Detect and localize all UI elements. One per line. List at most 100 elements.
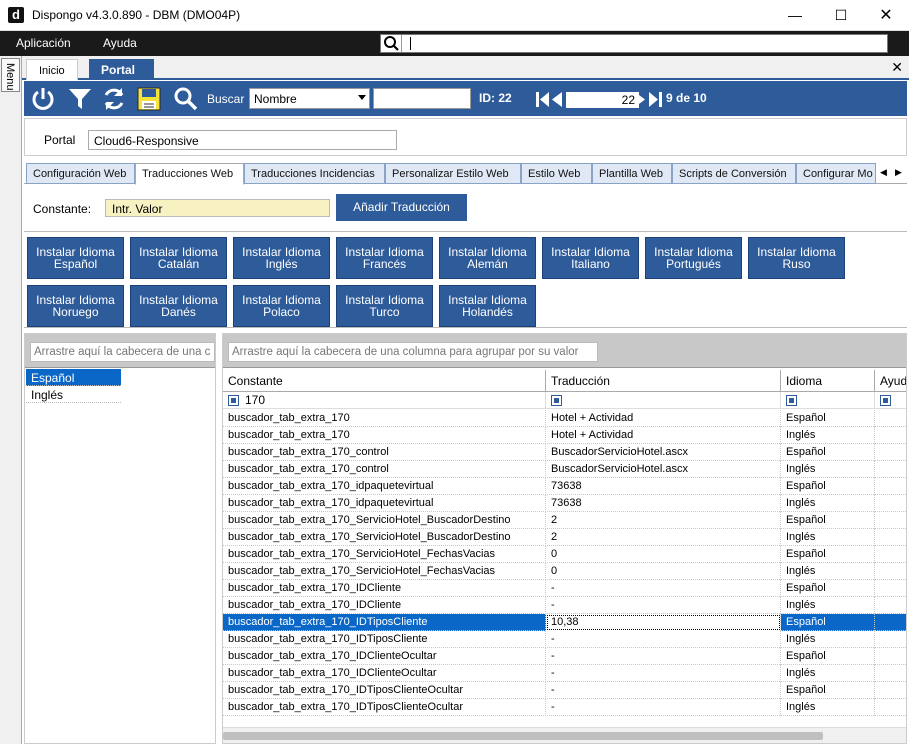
- install-holandes-button[interactable]: Instalar Idioma Holandés: [439, 285, 536, 327]
- table-row[interactable]: buscador_tab_extra_170_IDTiposClienteOcu…: [223, 699, 906, 716]
- menu-aplicacion[interactable]: Aplicación: [16, 36, 71, 50]
- filter-traduccion[interactable]: [546, 392, 781, 409]
- language-item-espanol[interactable]: Español: [26, 369, 121, 386]
- search-icon[interactable]: [173, 86, 199, 112]
- last-record-icon[interactable]: [649, 92, 662, 107]
- cell-constante[interactable]: buscador_tab_extra_170_ServicioHotel_Fec…: [223, 563, 546, 580]
- side-menu-button[interactable]: Menu: [1, 58, 20, 92]
- cell-idioma[interactable]: Español: [781, 512, 875, 529]
- table-row[interactable]: buscador_tab_extra_170_IDClienteOcultar -…: [223, 665, 906, 682]
- cell-ayuda[interactable]: [875, 648, 906, 665]
- search-value-input[interactable]: [373, 88, 471, 109]
- column-header-constante[interactable]: Constante: [223, 370, 546, 392]
- filter-icon[interactable]: [786, 395, 797, 406]
- cell-traduccion[interactable]: BuscadorServicioHotel.ascx: [546, 461, 781, 478]
- close-icon[interactable]: ✕: [863, 0, 909, 31]
- column-header-traduccion[interactable]: Traducción: [546, 370, 781, 392]
- cell-constante[interactable]: buscador_tab_extra_170_IDTiposClienteOcu…: [223, 682, 546, 699]
- cell-traduccion[interactable]: BuscadorServicioHotel.ascx: [546, 444, 781, 461]
- constante-input[interactable]: Intr. Valor: [105, 199, 330, 217]
- table-row[interactable]: buscador_tab_extra_170_IDCliente - Inglés: [223, 597, 906, 614]
- table-row[interactable]: buscador_tab_extra_170_IDCliente - Español: [223, 580, 906, 597]
- cell-traduccion[interactable]: -: [546, 580, 781, 597]
- cell-idioma[interactable]: Inglés: [781, 699, 875, 716]
- cell-idioma[interactable]: Español: [781, 410, 875, 427]
- cell-idioma[interactable]: Inglés: [781, 461, 875, 478]
- cell-ayuda[interactable]: [875, 427, 906, 444]
- cell-idioma[interactable]: Inglés: [781, 597, 875, 614]
- chevron-right-icon[interactable]: ▶: [895, 167, 902, 178]
- tab-inicio[interactable]: Inicio: [26, 59, 78, 80]
- table-row[interactable]: buscador_tab_extra_170_ServicioHotel_Fec…: [223, 546, 906, 563]
- search-icon[interactable]: [381, 35, 402, 52]
- cell-idioma[interactable]: Inglés: [781, 631, 875, 648]
- tab-scripts-conversion[interactable]: Scripts de Conversión: [672, 163, 796, 184]
- cell-constante[interactable]: buscador_tab_extra_170_IDTiposClienteOcu…: [223, 699, 546, 716]
- cell-ayuda[interactable]: [875, 631, 906, 648]
- install-catalan-button[interactable]: Instalar Idioma Catalán: [130, 237, 227, 279]
- install-italiano-button[interactable]: Instalar Idioma Italiano: [542, 237, 639, 279]
- save-icon[interactable]: [136, 86, 162, 112]
- tab-configuracion-web[interactable]: Configuración Web: [26, 163, 135, 184]
- table-row[interactable]: buscador_tab_extra_170_control BuscadorSe…: [223, 461, 906, 478]
- cell-ayuda[interactable]: [875, 444, 906, 461]
- cell-ayuda[interactable]: [875, 614, 906, 631]
- cell-constante[interactable]: buscador_tab_extra_170_IDClienteOcultar: [223, 648, 546, 665]
- table-row[interactable]: buscador_tab_extra_170 Hotel + Actividad E…: [223, 410, 906, 427]
- cell-ayuda[interactable]: [875, 546, 906, 563]
- cell-traduccion[interactable]: 73638: [546, 495, 781, 512]
- tab-configurar-mo[interactable]: Configurar Mo: [796, 163, 876, 184]
- cell-idioma[interactable]: Español: [781, 444, 875, 461]
- install-turco-button[interactable]: Instalar Idioma Turco: [336, 285, 433, 327]
- table-row[interactable]: buscador_tab_extra_170_ServicioHotel_Bus…: [223, 529, 906, 546]
- cell-ayuda[interactable]: [875, 597, 906, 614]
- filter-icon[interactable]: [228, 395, 239, 406]
- chevron-left-icon[interactable]: ◀: [880, 167, 887, 178]
- cell-traduccion[interactable]: 0: [546, 546, 781, 563]
- cell-constante[interactable]: buscador_tab_extra_170_control: [223, 461, 546, 478]
- cell-constante[interactable]: buscador_tab_extra_170_IDCliente: [223, 597, 546, 614]
- first-record-icon[interactable]: [536, 92, 549, 107]
- install-ruso-button[interactable]: Instalar Idioma Ruso: [748, 237, 845, 279]
- cell-traduccion[interactable]: -: [546, 597, 781, 614]
- cell-idioma[interactable]: Español: [781, 614, 875, 631]
- install-portugues-button[interactable]: Instalar Idioma Portugués: [645, 237, 742, 279]
- cell-constante[interactable]: buscador_tab_extra_170: [223, 410, 546, 427]
- cell-traduccion[interactable]: 10,38: [546, 614, 781, 631]
- table-row[interactable]: buscador_tab_extra_170_IDTiposClienteOcu…: [223, 682, 906, 699]
- install-frances-button[interactable]: Instalar Idioma Francés: [336, 237, 433, 279]
- cell-idioma[interactable]: Inglés: [781, 529, 875, 546]
- filter-icon[interactable]: [880, 395, 891, 406]
- cell-traduccion[interactable]: 2: [546, 512, 781, 529]
- grid-group-drop-area[interactable]: Arrastre aquí la cabecera de una columna…: [228, 342, 598, 362]
- cell-idioma[interactable]: Inglés: [781, 495, 875, 512]
- column-header-idioma[interactable]: Idioma: [781, 370, 875, 392]
- filter-icon[interactable]: [551, 395, 562, 406]
- table-row[interactable]: buscador_tab_extra_170_idpaquetevirtual 7…: [223, 495, 906, 512]
- close-tab-icon[interactable]: ✕: [891, 59, 903, 76]
- cell-constante[interactable]: buscador_tab_extra_170_IDTiposCliente: [223, 631, 546, 648]
- refresh-icon[interactable]: [101, 86, 127, 112]
- cell-ayuda[interactable]: [875, 563, 906, 580]
- tab-personalizar-estilo-web[interactable]: Personalizar Estilo Web: [385, 163, 521, 184]
- cell-ayuda[interactable]: [875, 410, 906, 427]
- cell-traduccion[interactable]: -: [546, 665, 781, 682]
- tab-traducciones-web[interactable]: Traducciones Web: [135, 163, 244, 185]
- cell-idioma[interactable]: Inglés: [781, 563, 875, 580]
- cell-constante[interactable]: buscador_tab_extra_170_IDClienteOcultar: [223, 665, 546, 682]
- cell-ayuda[interactable]: [875, 682, 906, 699]
- cell-idioma[interactable]: Español: [781, 478, 875, 495]
- cell-ayuda[interactable]: [875, 529, 906, 546]
- cell-constante[interactable]: buscador_tab_extra_170_ServicioHotel_Bus…: [223, 529, 546, 546]
- cell-idioma[interactable]: Español: [781, 580, 875, 597]
- table-row[interactable]: buscador_tab_extra_170_idpaquetevirtual 7…: [223, 478, 906, 495]
- install-noruego-button[interactable]: Instalar Idioma Noruego: [27, 285, 124, 327]
- install-espanol-button[interactable]: Instalar Idioma Español: [27, 237, 124, 279]
- menu-ayuda[interactable]: Ayuda: [103, 36, 137, 50]
- table-row[interactable]: buscador_tab_extra_170_control BuscadorSe…: [223, 444, 906, 461]
- install-danes-button[interactable]: Instalar Idioma Danés: [130, 285, 227, 327]
- search-field-select[interactable]: Nombre: [249, 88, 370, 109]
- cell-traduccion[interactable]: -: [546, 631, 781, 648]
- add-translation-button[interactable]: Añadir Traducción: [336, 194, 467, 221]
- cell-ayuda[interactable]: [875, 665, 906, 682]
